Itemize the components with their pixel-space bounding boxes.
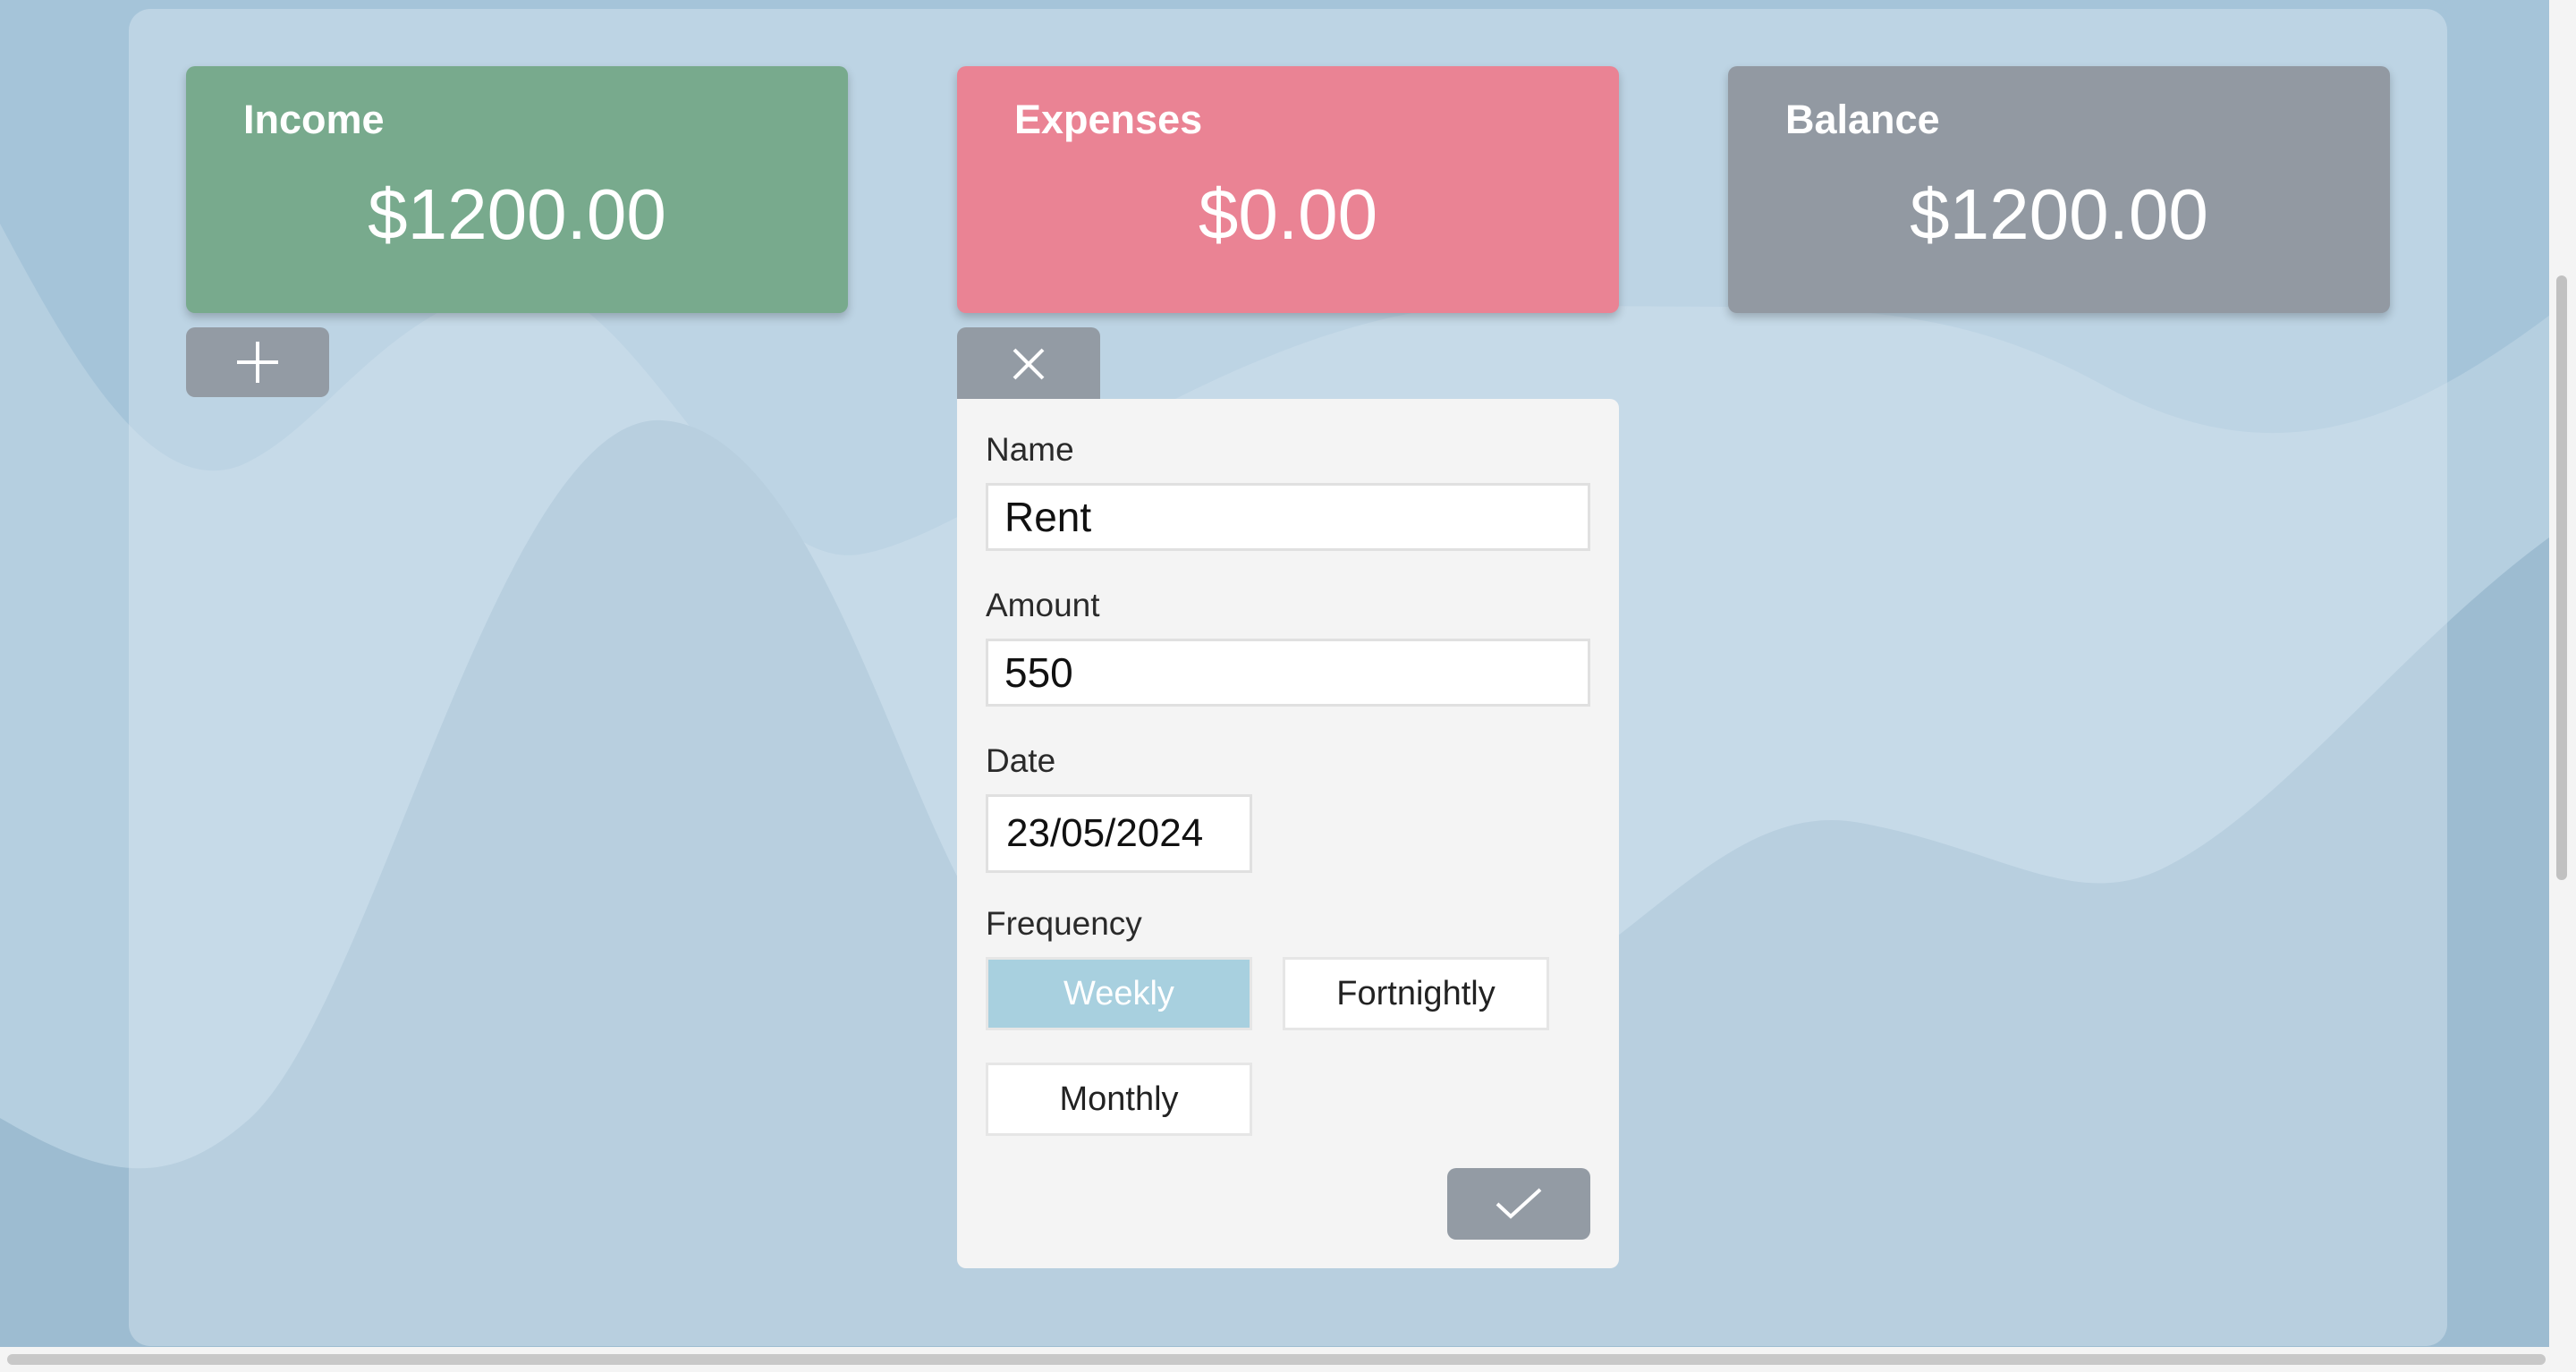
frequency-weekly-button[interactable]: Weekly (986, 957, 1252, 1030)
vertical-scrollbar[interactable] (2549, 0, 2576, 1347)
balance-title: Balance (1785, 97, 1940, 142)
frequency-monthly-button[interactable]: Monthly (986, 1063, 1252, 1136)
add-income-button[interactable] (186, 327, 329, 397)
expenses-title: Expenses (1014, 97, 1203, 142)
amount-input[interactable] (986, 639, 1590, 707)
name-input[interactable] (986, 483, 1590, 551)
submit-expense-button[interactable] (1447, 1168, 1590, 1240)
balance-card: Balance $1200.00 (1728, 66, 2390, 313)
name-label: Name (986, 431, 1074, 468)
date-label: Date (986, 742, 1056, 779)
income-card: Income $1200.00 (186, 66, 848, 313)
horizontal-scrollbar[interactable] (0, 1347, 2576, 1372)
plus-icon (237, 342, 278, 383)
check-icon (1496, 1188, 1542, 1219)
vertical-scrollbar-thumb[interactable] (2556, 275, 2567, 880)
horizontal-scrollbar-thumb[interactable] (7, 1354, 2546, 1365)
income-amount: $1200.00 (368, 174, 666, 254)
income-title: Income (243, 97, 385, 142)
close-icon (1013, 348, 1045, 380)
expense-form: Name Amount Date Frequency Weekly Fortni… (957, 399, 1619, 1268)
balance-amount: $1200.00 (1910, 174, 2208, 254)
frequency-label: Frequency (986, 905, 1142, 942)
frequency-fortnightly-button[interactable]: Fortnightly (1283, 957, 1549, 1030)
amount-label: Amount (986, 587, 1100, 623)
date-input[interactable] (986, 794, 1252, 873)
close-expense-form-button[interactable] (957, 327, 1100, 401)
expenses-card: Expenses $0.00 (957, 66, 1619, 313)
expenses-amount: $0.00 (1198, 174, 1378, 254)
